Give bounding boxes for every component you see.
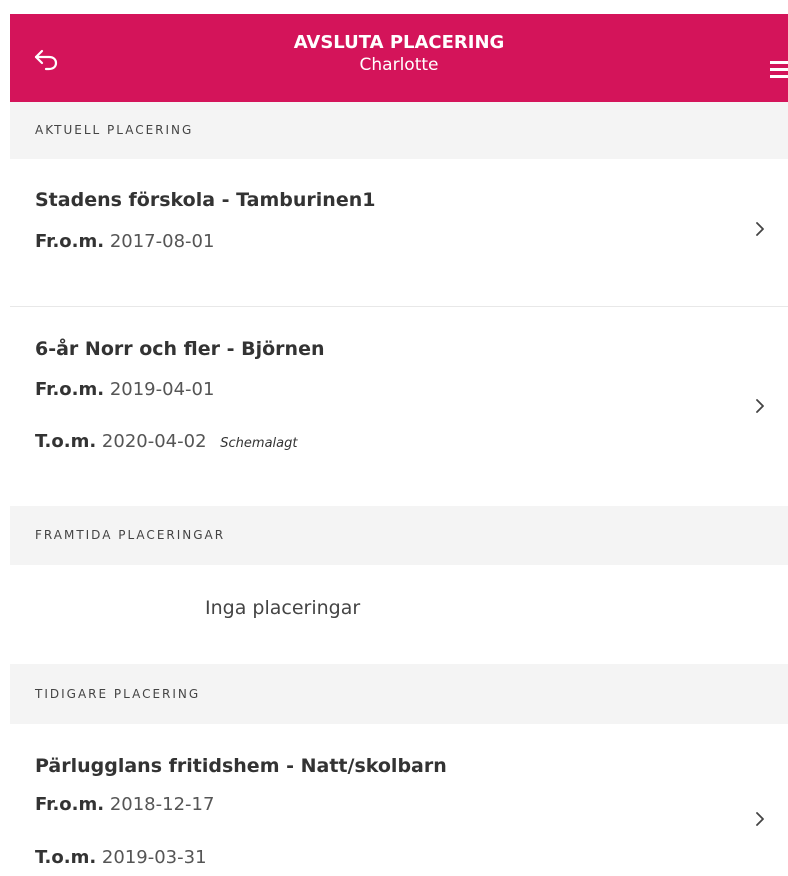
page-title: AVSLUTA PLACERING: [293, 32, 505, 53]
menu-button[interactable]: [770, 61, 788, 81]
from-date: 2019-04-01: [109, 379, 215, 400]
placement-to: T.o.m. 2019-03-31: [35, 847, 207, 868]
section-label-previous: TIDIGARE PLACERING: [35, 687, 201, 701]
section-header-future: FRAMTIDA PLACERINGAR: [10, 506, 788, 565]
chevron-right-icon: [756, 399, 764, 413]
placement-to: T.o.m. 2020-04-02 Schemalagt: [35, 431, 297, 452]
section-header-previous: TIDIGARE PLACERING: [10, 664, 788, 724]
empty-text: Inga placeringar: [205, 597, 361, 619]
placement-from: Fr.o.m. 2017-08-01: [35, 231, 214, 252]
section-header-current: AKTUELL PLACERING: [10, 102, 788, 159]
to-date: 2019-03-31: [101, 847, 207, 868]
from-label: Fr.o.m.: [35, 231, 105, 252]
to-label: T.o.m.: [35, 847, 97, 868]
screen: AVSLUTA PLACERING Charlotte AKTUELL PLAC…: [0, 0, 788, 876]
from-label: Fr.o.m.: [35, 379, 105, 400]
placement-name: Pärlugglans fritidshem - Natt/skolbarn: [35, 755, 447, 777]
app-header: AVSLUTA PLACERING Charlotte: [10, 14, 788, 102]
placement-from: Fr.o.m. 2019-04-01: [35, 379, 214, 400]
chevron-right-icon: [756, 222, 764, 236]
to-date: 2020-04-02: [101, 431, 207, 452]
placement-name: Stadens förskola - Tamburinen1: [35, 189, 376, 211]
section-label-current: AKTUELL PLACERING: [35, 123, 194, 137]
empty-state: Inga placeringar: [10, 565, 788, 664]
section-label-future: FRAMTIDA PLACERINGAR: [35, 528, 226, 542]
placement-item[interactable]: Stadens förskola - Tamburinen1 Fr.o.m. 2…: [10, 159, 788, 306]
from-date: 2017-08-01: [109, 231, 215, 252]
placement-item[interactable]: 6-år Norr och fler - Björnen Fr.o.m. 201…: [10, 307, 788, 506]
page-subtitle: Charlotte: [359, 55, 439, 75]
header-titles: AVSLUTA PLACERING Charlotte: [10, 32, 788, 76]
from-label: Fr.o.m.: [35, 794, 105, 815]
chevron-right-icon: [756, 812, 764, 826]
to-label: T.o.m.: [35, 431, 97, 452]
placement-from: Fr.o.m. 2018-12-17: [35, 794, 214, 815]
status-badge: Schemalagt: [220, 436, 298, 451]
from-date: 2018-12-17: [109, 794, 215, 815]
placement-item[interactable]: Pärlugglans fritidshem - Natt/skolbarn F…: [10, 724, 788, 876]
placement-name: 6-år Norr och fler - Björnen: [35, 338, 325, 360]
